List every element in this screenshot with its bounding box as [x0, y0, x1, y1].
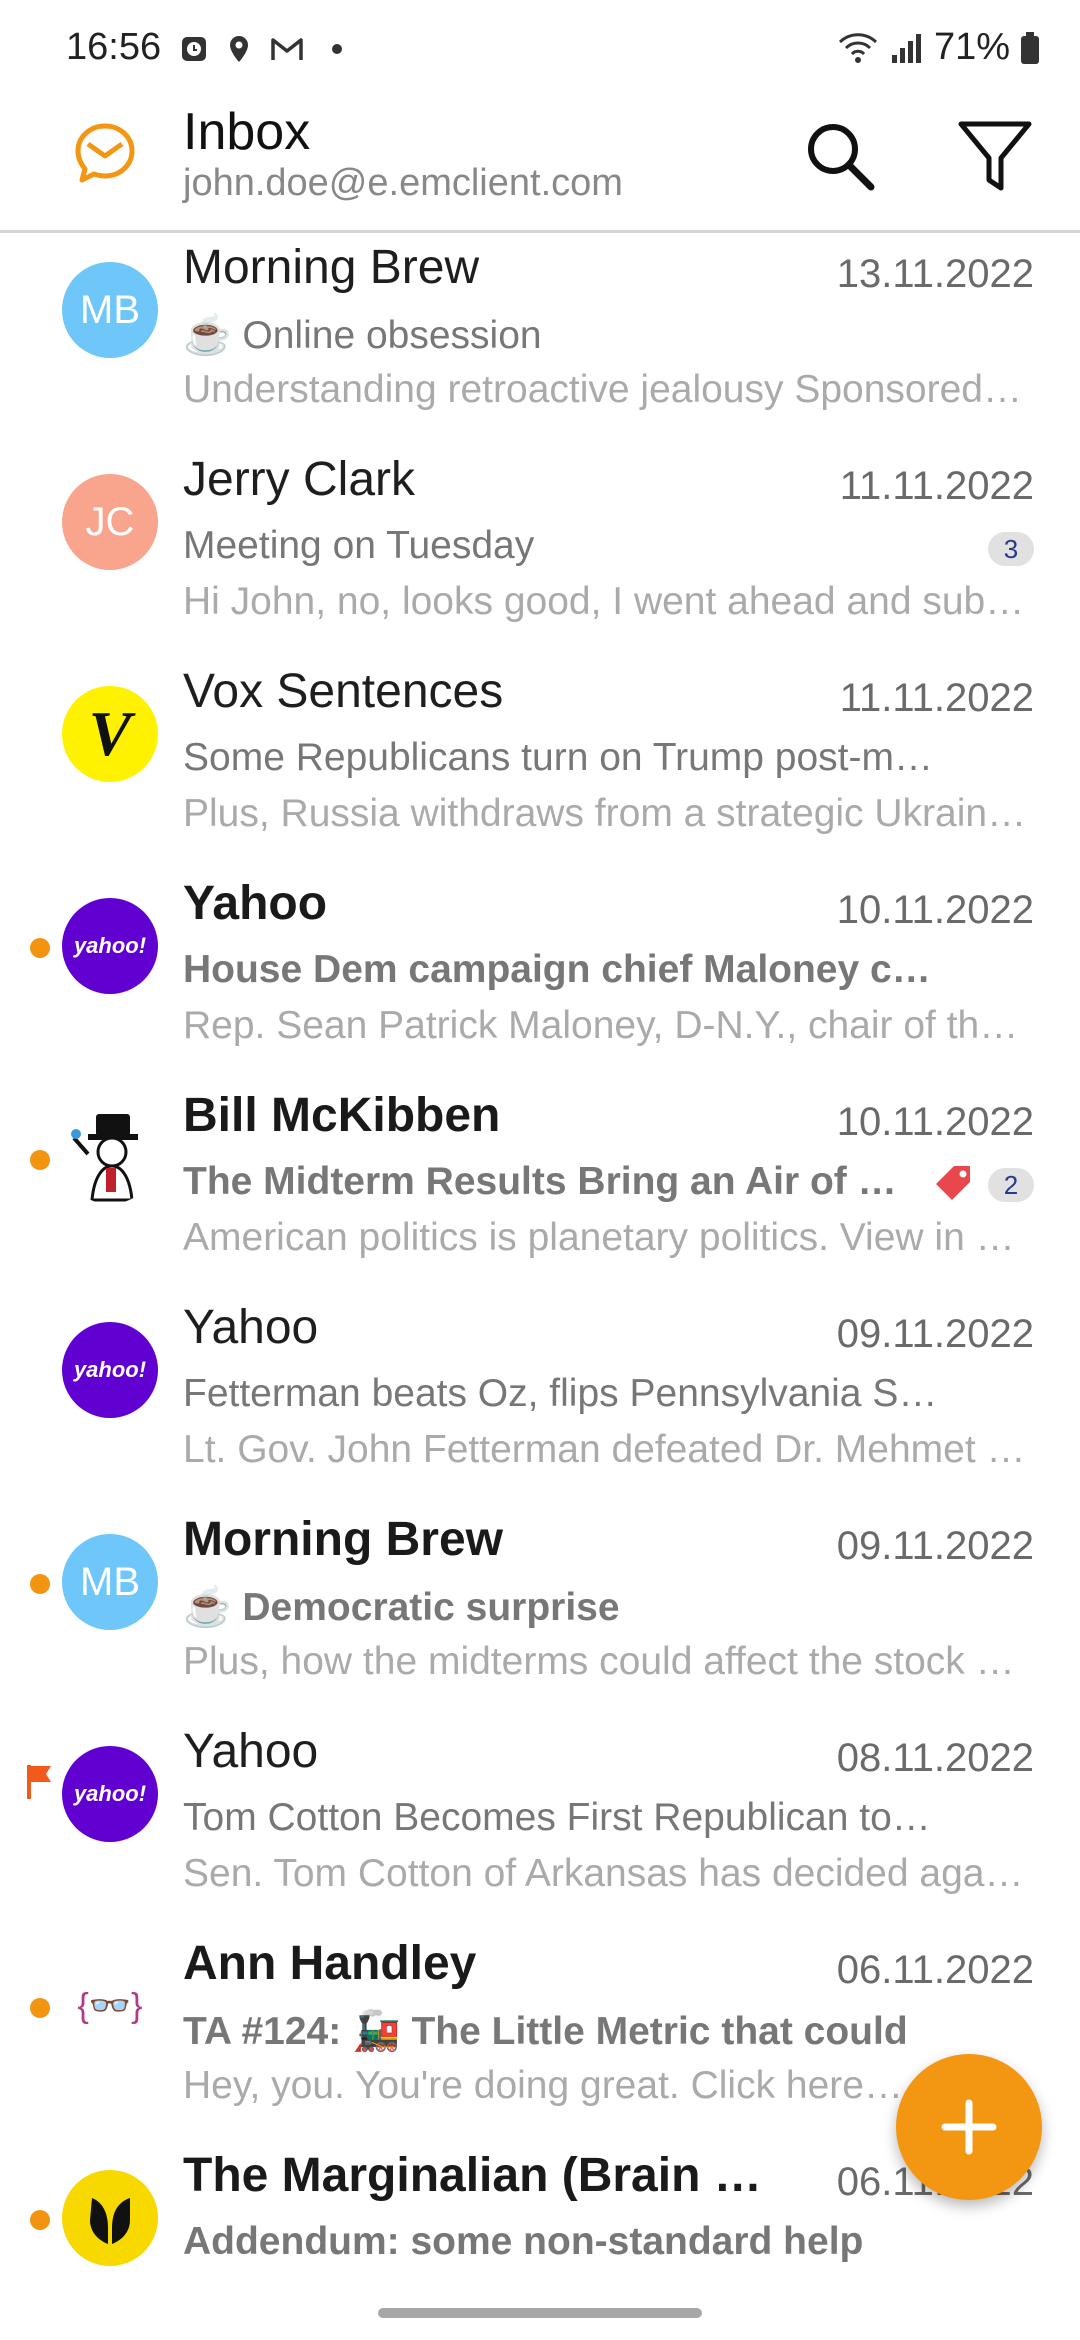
unread-indicator	[30, 2210, 50, 2230]
email-row[interactable]: yahoo! Yahoo 08.11.2022 Tom Cotton Becom…	[0, 1716, 1080, 1928]
email-subject: Addendum: some non-standard help	[183, 2220, 864, 2263]
flag-icon	[27, 1765, 51, 1799]
avatar: MB	[62, 262, 158, 358]
battery-icon	[1021, 31, 1039, 64]
email-row[interactable]: yahoo! Yahoo 10.11.2022 House Dem campai…	[0, 868, 1080, 1080]
email-subject: TA #124: 🚂 The Little Metric that could	[183, 2010, 908, 2053]
email-sender: Yahoo	[183, 1301, 319, 1354]
email-row[interactable]: MB Morning Brew 13.11.2022 ☕ Online obse…	[0, 232, 1080, 444]
email-date: 06.11.2022	[836, 1948, 1034, 1992]
email-preview: Lt. Gov. John Fetterman defeated Dr. Meh…	[183, 1428, 1028, 1471]
email-date: 13.11.2022	[836, 252, 1034, 296]
email-subject: The Midterm Results Bring an Air of Reli…	[183, 1160, 898, 1203]
alarm-icon	[182, 37, 206, 61]
email-sender: Bill McKibben	[183, 1089, 501, 1142]
unread-indicator	[30, 1150, 50, 1170]
avatar: yahoo!	[62, 1322, 158, 1418]
emclient-logo-icon[interactable]	[70, 118, 140, 188]
search-icon[interactable]	[800, 116, 880, 196]
avatar	[62, 2170, 158, 2266]
email-date: 11.11.2022	[839, 464, 1034, 508]
email-preview: Sen. Tom Cotton of Arkansas has decided …	[183, 1852, 1028, 1895]
unread-indicator	[30, 938, 50, 958]
email-preview: Hey, you. You're doing great. Click here…	[183, 2064, 903, 2107]
battery-percentage: 71%	[933, 26, 1010, 68]
email-sender: Yahoo	[183, 1725, 319, 1778]
email-date: 09.11.2022	[836, 1312, 1034, 1356]
avatar: yahoo!	[62, 1746, 158, 1842]
marginalian-logo-icon	[90, 2198, 130, 2244]
email-subject: Fetterman beats Oz, flips Pennsylvania S…	[183, 1372, 938, 1415]
email-subject: Some Republicans turn on Trump post-midt…	[183, 736, 938, 779]
avatar: MB	[62, 1534, 158, 1630]
email-subject: ☕ Democratic surprise	[183, 1586, 620, 1629]
wifi-icon	[838, 32, 877, 63]
email-preview: Understanding retroactive jealousy Spons…	[183, 368, 1028, 411]
email-row[interactable]: yahoo! Yahoo 09.11.2022 Fetterman beats …	[0, 1292, 1080, 1504]
email-preview: Plus, how the midterms could affect the …	[183, 1640, 1028, 1683]
avatar: {👓}	[62, 1958, 158, 2054]
unread-indicator	[30, 1574, 50, 1594]
email-date: 09.11.2022	[836, 1524, 1034, 1568]
app-header: Inbox john.doe@e.emclient.com	[0, 100, 1080, 233]
email-sender: Morning Brew	[183, 1513, 503, 1566]
status-system-icons: 71%	[836, 26, 1040, 69]
email-row[interactable]: Bill McKibben 10.11.2022 The Midterm Res…	[0, 1080, 1080, 1292]
email-sender: Jerry Clark	[183, 453, 416, 506]
email-subject: House Dem campaign chief Maloney concede…	[183, 948, 938, 991]
status-time: 16:56	[66, 26, 162, 68]
email-sender: Ann Handley	[183, 1937, 477, 1990]
status-bar: 16:56 71%	[0, 0, 1080, 100]
email-date: 11.11.2022	[839, 676, 1034, 720]
signal-icon	[891, 33, 921, 63]
email-preview: Rep. Sean Patrick Maloney, D-N.Y., chair…	[183, 1004, 1028, 1047]
email-row[interactable]: MB Morning Brew 09.11.2022 ☕ Democratic …	[0, 1504, 1080, 1716]
email-preview: Hi John, no, looks good, I went ahead an…	[183, 580, 1025, 623]
gmail-icon	[271, 38, 303, 60]
email-sender: Morning Brew	[183, 241, 480, 294]
email-sender: The Marginalian (Brain Pickings)	[183, 2149, 793, 2202]
email-row[interactable]: V Vox Sentences 11.11.2022 Some Republic…	[0, 656, 1080, 868]
unread-indicator	[30, 1998, 50, 2018]
email-preview: American politics is planetary politics.…	[183, 1216, 1028, 1259]
avatar: V	[62, 686, 158, 782]
thread-count-badge: 3	[988, 532, 1034, 566]
status-notification-icons	[180, 34, 352, 64]
tag-icon	[936, 1166, 970, 1200]
location-icon	[230, 36, 248, 62]
avatar: yahoo!	[62, 898, 158, 994]
avatar: JC	[62, 474, 158, 570]
email-sender: Vox Sentences	[183, 665, 504, 718]
avatar	[62, 1108, 158, 1204]
home-gesture-bar[interactable]	[378, 2308, 702, 2318]
email-sender: Yahoo	[183, 877, 328, 930]
dot-icon	[332, 44, 342, 54]
email-date: 10.11.2022	[836, 1100, 1034, 1144]
email-date: 10.11.2022	[836, 888, 1034, 932]
email-subject: Tom Cotton Becomes First Republican to…	[183, 1796, 931, 1839]
mckibben-avatar-icon	[71, 1114, 138, 1202]
filter-icon[interactable]	[955, 116, 1035, 196]
plus-icon	[941, 2099, 997, 2155]
page-title: Inbox	[183, 103, 311, 161]
email-preview: Plus, Russia withdraws from a strategic …	[183, 792, 1028, 835]
thread-count-badge: 2	[988, 1168, 1034, 1202]
email-row[interactable]: JC Jerry Clark 11.11.2022 Meeting on Tue…	[0, 444, 1080, 656]
compose-button[interactable]	[896, 2054, 1042, 2200]
email-list[interactable]: MB Morning Brew 13.11.2022 ☕ Online obse…	[0, 232, 1080, 2292]
email-date: 08.11.2022	[836, 1736, 1034, 1780]
email-subject: ☕ Online obsession	[183, 314, 542, 357]
account-email: john.doe@e.emclient.com	[183, 162, 623, 204]
email-subject: Meeting on Tuesday	[183, 524, 535, 567]
